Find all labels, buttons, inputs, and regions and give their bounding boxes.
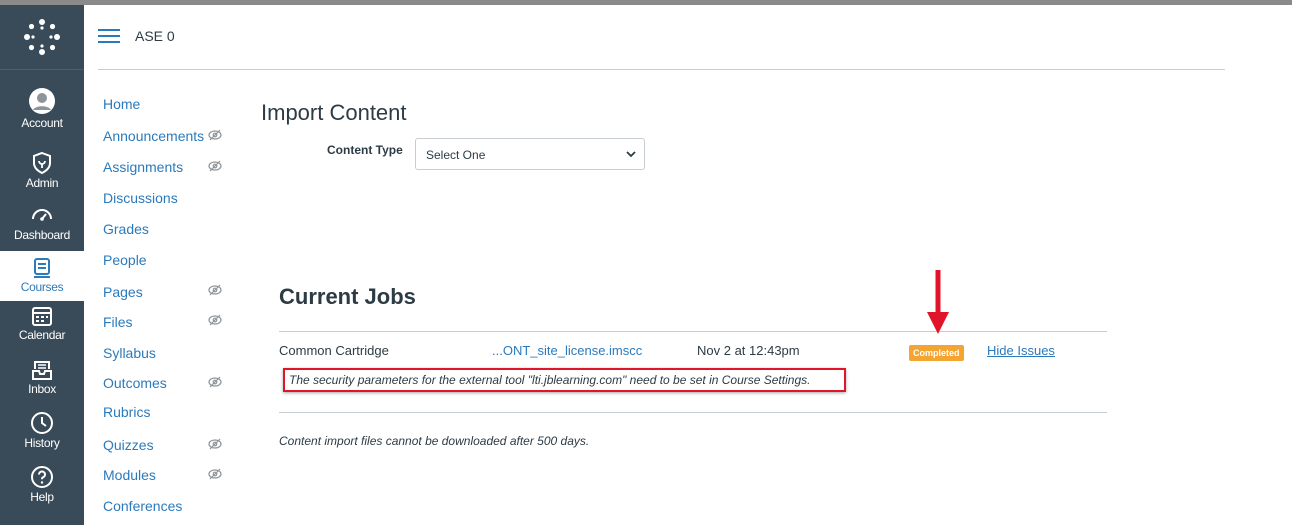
- hidden-eye-icon: [208, 314, 222, 326]
- nav-dashboard-label: Dashboard: [13, 228, 70, 242]
- course-nav-rubrics[interactable]: Rubrics: [103, 404, 150, 420]
- hidden-eye-icon: [208, 284, 222, 296]
- hidden-eye-icon: [208, 129, 222, 141]
- job-issue-message: The security parameters for the external…: [289, 373, 811, 387]
- course-nav-conferences[interactable]: Conferences: [103, 498, 182, 514]
- nav-courses[interactable]: Courses: [0, 251, 84, 301]
- content-type-label: Content Type: [327, 143, 403, 157]
- shield-icon: [33, 151, 51, 175]
- inbox-icon: [32, 361, 52, 380]
- canvas-logo-icon[interactable]: [22, 17, 62, 57]
- content-type-value: Select One: [426, 148, 486, 162]
- account-icon: [29, 88, 55, 114]
- page-title: Import Content: [261, 100, 407, 125]
- help-icon: [31, 466, 53, 488]
- nav-history[interactable]: History: [0, 411, 84, 461]
- hidden-eye-icon: [208, 468, 222, 480]
- import-footnote: Content import files cannot be downloade…: [279, 434, 590, 448]
- course-menu-toggle-icon[interactable]: [98, 29, 120, 45]
- nav-courses-label: Courses: [20, 280, 64, 294]
- job-file-link[interactable]: ...ONT_site_license.imscc: [492, 343, 642, 358]
- header-divider: [98, 69, 1225, 70]
- course-nav-modules[interactable]: Modules: [103, 467, 156, 483]
- course-nav-syllabus[interactable]: Syllabus: [103, 345, 156, 361]
- courses-icon: [34, 258, 50, 278]
- nav-help-label: Help: [30, 490, 54, 504]
- current-jobs-heading: Current Jobs: [279, 284, 416, 309]
- nav-admin[interactable]: Admin: [0, 151, 84, 201]
- course-nav-quizzes[interactable]: Quizzes: [103, 437, 154, 453]
- nav-help[interactable]: Help: [0, 465, 84, 515]
- job-type: Common Cartridge: [279, 343, 389, 358]
- history-icon: [31, 412, 53, 434]
- chevron-down-icon: [626, 151, 636, 158]
- course-nav-discussions[interactable]: Discussions: [103, 190, 178, 206]
- nav-account[interactable]: Account: [0, 87, 84, 137]
- course-nav-assignments[interactable]: Assignments: [103, 159, 183, 175]
- nav-divider: [0, 69, 84, 70]
- nav-history-label: History: [24, 436, 60, 450]
- course-nav-people[interactable]: People: [103, 252, 147, 268]
- job-date: Nov 2 at 12:43pm: [697, 343, 800, 358]
- jobs-divider: [279, 331, 1107, 332]
- hide-issues-link[interactable]: Hide Issues: [987, 343, 1055, 358]
- nav-account-label: Account: [21, 116, 63, 130]
- breadcrumb[interactable]: ASE 0: [135, 28, 175, 44]
- nav-inbox[interactable]: Inbox: [0, 359, 84, 409]
- dashboard-icon: [32, 209, 52, 221]
- top-border: [0, 0, 1292, 5]
- nav-dashboard[interactable]: Dashboard: [0, 203, 84, 253]
- nav-inbox-label: Inbox: [28, 382, 56, 396]
- course-nav-outcomes[interactable]: Outcomes: [103, 375, 167, 391]
- global-nav: Account Admin Dashboard Courses Calendar: [0, 5, 84, 525]
- content-type-select[interactable]: Select One: [415, 138, 645, 170]
- course-nav-home[interactable]: Home: [103, 96, 140, 112]
- jobs-divider: [279, 412, 1107, 413]
- nav-calendar[interactable]: Calendar: [0, 305, 84, 355]
- hidden-eye-icon: [208, 438, 222, 450]
- course-nav-announcements[interactable]: Announcements: [103, 128, 204, 144]
- course-nav-pages[interactable]: Pages: [103, 284, 143, 300]
- course-nav-files[interactable]: Files: [103, 314, 133, 330]
- calendar-icon: [32, 307, 52, 326]
- red-arrow-annotation-icon: [927, 270, 949, 334]
- nav-admin-label: Admin: [25, 176, 59, 190]
- status-badge: Completed: [909, 345, 964, 361]
- nav-calendar-label: Calendar: [18, 328, 66, 342]
- hidden-eye-icon: [208, 160, 222, 172]
- hidden-eye-icon: [208, 376, 222, 388]
- course-nav-grades[interactable]: Grades: [103, 221, 149, 237]
